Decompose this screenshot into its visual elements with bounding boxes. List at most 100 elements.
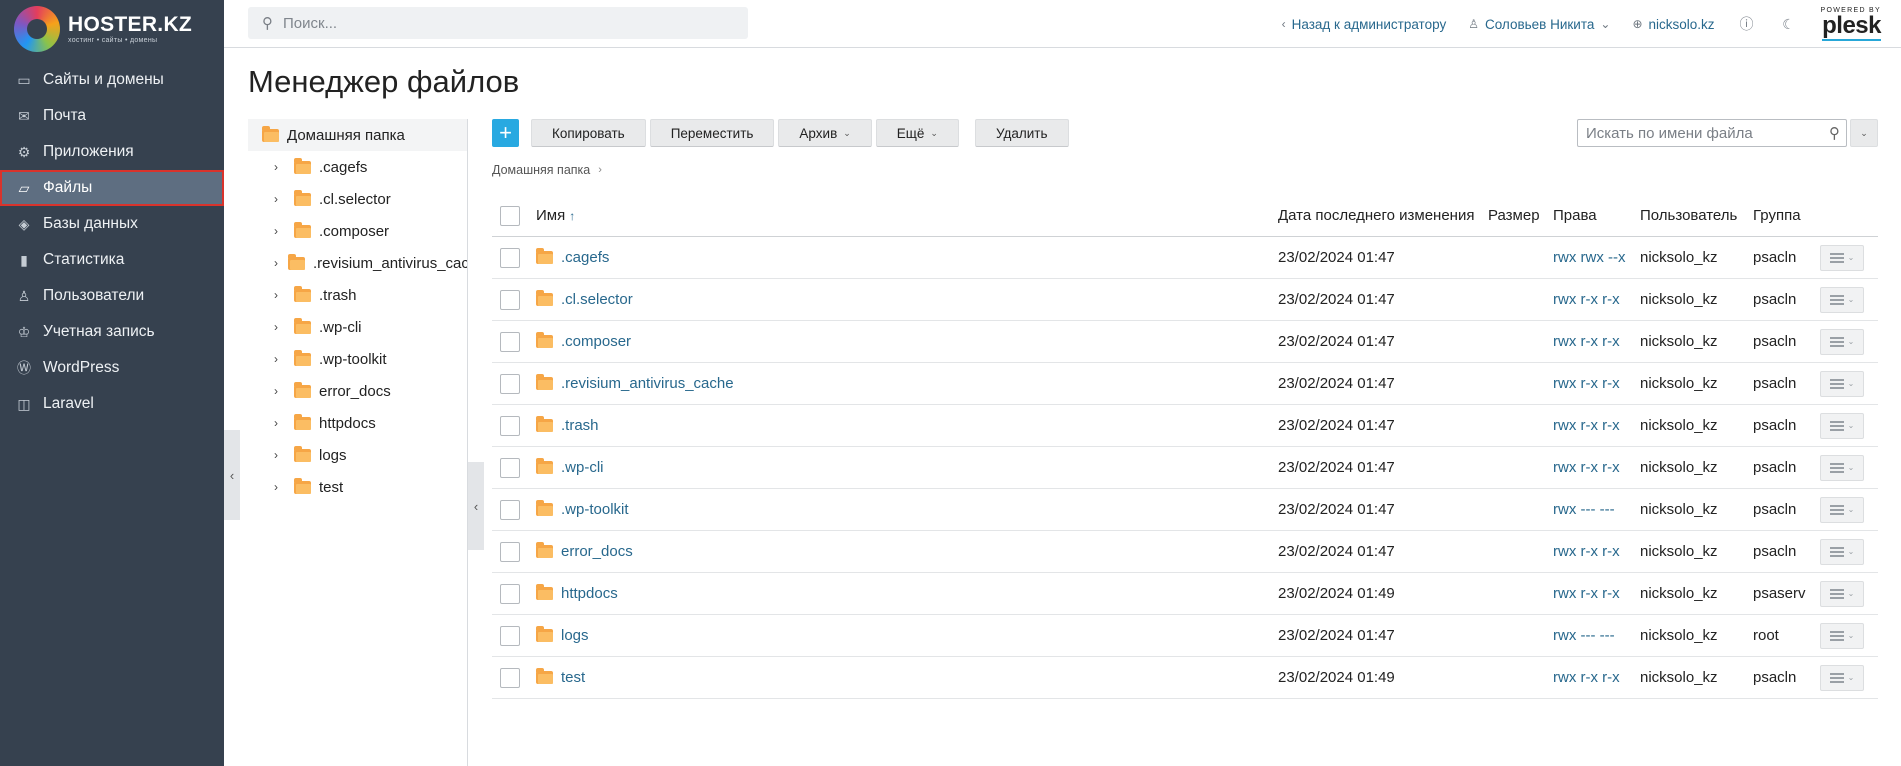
select-all-checkbox[interactable] [500, 205, 520, 226]
column-date[interactable]: Дата последнего изменения [1278, 207, 1488, 224]
delete-button[interactable]: Удалить [974, 119, 1069, 147]
chevron-right-icon[interactable]: › [274, 384, 284, 398]
row-actions-menu-button[interactable]: ⌄ [1820, 244, 1864, 271]
file-permissions-link[interactable]: rwx r-x r-x [1553, 669, 1640, 686]
row-actions-menu-button[interactable]: ⌄ [1820, 622, 1864, 649]
file-name-link[interactable]: logs [561, 627, 589, 644]
file-search-input[interactable] [1586, 124, 1816, 142]
row-actions-menu-button[interactable]: ⌄ [1820, 412, 1864, 439]
add-button[interactable]: + [492, 119, 519, 147]
row-checkbox[interactable] [500, 415, 520, 436]
file-permissions-link[interactable]: rwx rwx --x [1553, 249, 1640, 266]
tree-item[interactable]: › test [248, 471, 467, 503]
file-name-link[interactable]: .revisium_antivirus_cache [561, 375, 734, 392]
column-group[interactable]: Группа [1753, 207, 1820, 224]
row-checkbox[interactable] [500, 289, 520, 310]
chevron-right-icon[interactable]: › [274, 288, 284, 302]
file-permissions-link[interactable]: rwx r-x r-x [1553, 459, 1640, 476]
tree-item[interactable]: › .composer [248, 215, 467, 247]
user-menu[interactable]: ♙ Соловьев Никита ⌄ [1468, 17, 1610, 32]
file-permissions-link[interactable]: rwx r-x r-x [1553, 291, 1640, 308]
file-permissions-link[interactable]: rwx r-x r-x [1553, 585, 1640, 602]
column-size[interactable]: Размер [1488, 207, 1553, 224]
hoster-logo[interactable]: HOSTER.KZ хостинг • сайты • домены [0, 0, 224, 58]
column-perm[interactable]: Права [1553, 207, 1640, 224]
help-icon[interactable]: ⓘ [1737, 14, 1757, 34]
tree-item[interactable]: › .wp-cli [248, 311, 467, 343]
sidebar-item-5[interactable]: ▮ Статистика [0, 242, 224, 278]
sidebar-item-8[interactable]: Ⓦ WordPress [0, 350, 224, 386]
file-permissions-link[interactable]: rwx r-x r-x [1553, 417, 1640, 434]
theme-toggle-icon[interactable]: ☾ [1779, 14, 1799, 34]
file-name-link[interactable]: error_docs [561, 543, 633, 560]
column-name[interactable]: Имя ↑ [536, 207, 1278, 224]
tree-item[interactable]: › .trash [248, 279, 467, 311]
chevron-right-icon[interactable]: › [274, 416, 284, 430]
chevron-right-icon[interactable]: › [274, 448, 284, 462]
sidebar-item-6[interactable]: ♙ Пользователи [0, 278, 224, 314]
sidebar-item-7[interactable]: ♔ Учетная запись [0, 314, 224, 350]
row-checkbox[interactable] [500, 625, 520, 646]
file-name-link[interactable]: .wp-cli [561, 459, 604, 476]
sidebar-item-2[interactable]: ⚙ Приложения [0, 134, 224, 170]
row-actions-menu-button[interactable]: ⌄ [1820, 454, 1864, 481]
tree-item[interactable]: › .wp-toolkit [248, 343, 467, 375]
file-name-link[interactable]: .cagefs [561, 249, 609, 266]
chevron-right-icon[interactable]: › [274, 256, 278, 270]
file-name-link[interactable]: test [561, 669, 585, 686]
tree-item[interactable]: › .cagefs [248, 151, 467, 183]
tree-item[interactable]: › error_docs [248, 375, 467, 407]
file-permissions-link[interactable]: rwx --- --- [1553, 627, 1640, 644]
row-checkbox[interactable] [500, 499, 520, 520]
sidebar-item-1[interactable]: ✉ Почта [0, 98, 224, 134]
row-actions-menu-button[interactable]: ⌄ [1820, 538, 1864, 565]
back-to-admin-link[interactable]: ‹ Назад к администратору [1282, 17, 1447, 32]
chevron-right-icon[interactable]: › [274, 224, 284, 238]
file-name-link[interactable]: httpdocs [561, 585, 618, 602]
breadcrumb[interactable]: Домашняя папка › [492, 163, 602, 177]
global-search[interactable]: ⚲ [248, 7, 748, 39]
chevron-right-icon[interactable]: › [274, 160, 284, 174]
row-checkbox[interactable] [500, 373, 520, 394]
chevron-right-icon[interactable]: › [274, 352, 284, 366]
row-actions-menu-button[interactable]: ⌄ [1820, 328, 1864, 355]
breadcrumb-home[interactable]: Домашняя папка [492, 163, 590, 177]
tree-root[interactable]: Домашняя папка [248, 119, 467, 151]
file-permissions-link[interactable]: rwx r-x r-x [1553, 333, 1640, 350]
file-name-link[interactable]: .composer [561, 333, 631, 350]
sidebar-collapse-button[interactable]: ‹ [224, 430, 240, 520]
copy-button[interactable]: Копировать [531, 119, 646, 147]
archive-button[interactable]: Архив ⌄ [778, 119, 872, 147]
row-checkbox[interactable] [500, 541, 520, 562]
row-actions-menu-button[interactable]: ⌄ [1820, 286, 1864, 313]
domain-link[interactable]: ⊕ nicksolo.kz [1632, 17, 1714, 32]
row-actions-menu-button[interactable]: ⌄ [1820, 496, 1864, 523]
row-checkbox[interactable] [500, 457, 520, 478]
tree-item[interactable]: › logs [248, 439, 467, 471]
chevron-right-icon[interactable]: › [274, 480, 284, 494]
column-user[interactable]: Пользователь [1640, 207, 1753, 224]
file-name-link[interactable]: .trash [561, 417, 599, 434]
sidebar-item-3[interactable]: ▱ Файлы [0, 170, 224, 206]
search-options-button[interactable]: ⌄ [1850, 119, 1878, 147]
search-icon[interactable]: ⚲ [1829, 124, 1840, 142]
file-name-link[interactable]: .wp-toolkit [561, 501, 629, 518]
sidebar-item-0[interactable]: ▭ Сайты и домены [0, 62, 224, 98]
file-search[interactable]: ⚲ [1577, 119, 1847, 147]
tree-collapse-button[interactable]: ‹ [468, 462, 484, 550]
row-actions-menu-button[interactable]: ⌄ [1820, 664, 1864, 691]
move-button[interactable]: Переместить [649, 119, 775, 147]
file-permissions-link[interactable]: rwx --- --- [1553, 501, 1640, 518]
chevron-right-icon[interactable]: › [274, 192, 284, 206]
sidebar-item-9[interactable]: ◫ Laravel [0, 386, 224, 422]
tree-item[interactable]: › .revisium_antivirus_cache [248, 247, 467, 279]
more-button[interactable]: Ещё ⌄ [875, 119, 959, 147]
row-actions-menu-button[interactable]: ⌄ [1820, 370, 1864, 397]
row-checkbox[interactable] [500, 247, 520, 268]
file-permissions-link[interactable]: rwx r-x r-x [1553, 543, 1640, 560]
row-actions-menu-button[interactable]: ⌄ [1820, 580, 1864, 607]
row-checkbox[interactable] [500, 667, 520, 688]
chevron-right-icon[interactable]: › [274, 320, 284, 334]
global-search-input[interactable] [283, 14, 723, 32]
sidebar-item-4[interactable]: ◈ Базы данных [0, 206, 224, 242]
